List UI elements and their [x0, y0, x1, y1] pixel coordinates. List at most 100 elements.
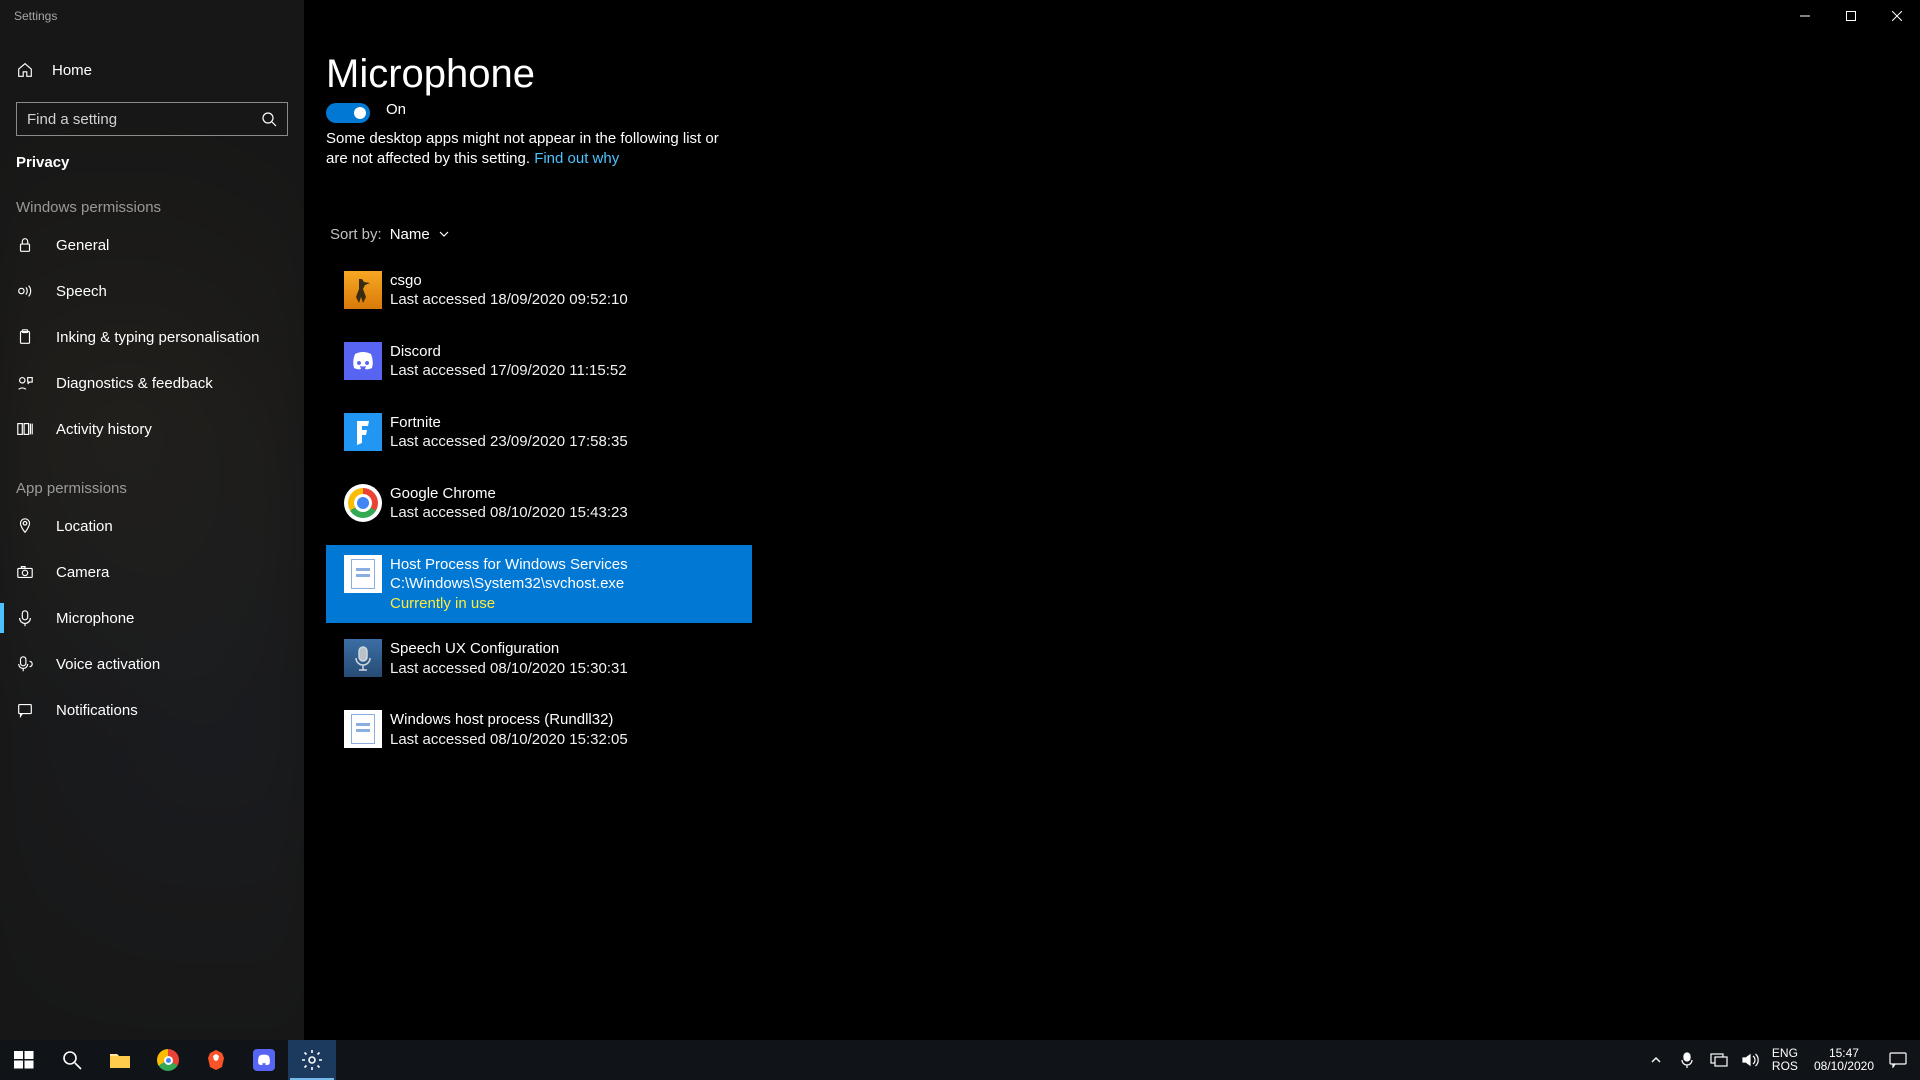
- sidebar: Home Privacy Windows permissions General…: [0, 0, 304, 1040]
- lock-icon: [16, 236, 34, 254]
- home-icon: [16, 61, 34, 79]
- sidebar-item-general[interactable]: General: [0, 222, 304, 268]
- sidebar-item-location[interactable]: Location: [0, 503, 304, 549]
- close-button[interactable]: [1874, 0, 1920, 32]
- app-item-speech-ux[interactable]: Speech UX Configuration Last accessed 08…: [326, 629, 752, 688]
- app-name: Speech UX Configuration: [390, 639, 628, 659]
- sidebar-section-title: Privacy: [0, 136, 304, 171]
- sort-row[interactable]: Sort by: Name: [330, 226, 1920, 243]
- sidebar-item-label: Voice activation: [56, 656, 160, 673]
- app-icon: [344, 271, 382, 309]
- app-name: Host Process for Windows Services: [390, 555, 628, 575]
- clock[interactable]: 15:47 08/10/2020: [1814, 1047, 1874, 1073]
- taskbar-explorer-button[interactable]: [96, 1040, 144, 1080]
- clipboard-icon: [16, 328, 34, 346]
- sidebar-group-windows-permissions: Windows permissions: [0, 171, 304, 222]
- app-list: csgo Last accessed 18/09/2020 09:52:10 D…: [326, 261, 752, 760]
- sidebar-item-label: Inking & typing personalisation: [56, 329, 259, 346]
- notifications-icon: [16, 701, 34, 719]
- tray-volume-icon[interactable]: [1740, 1053, 1762, 1067]
- taskbar-search-button[interactable]: [48, 1040, 96, 1080]
- sidebar-item-label: Activity history: [56, 421, 152, 438]
- app-icon: [344, 484, 382, 522]
- app-last-accessed: Last accessed 08/10/2020 15:32:05: [390, 730, 628, 750]
- feedback-icon: [16, 374, 34, 392]
- tray-overflow-button[interactable]: [1646, 1054, 1666, 1066]
- app-icon: [344, 342, 382, 380]
- sidebar-item-notifications[interactable]: Notifications: [0, 687, 304, 733]
- clock-date: 08/10/2020: [1814, 1060, 1874, 1073]
- start-button[interactable]: [0, 1040, 48, 1080]
- lang-line2: ROS: [1772, 1060, 1798, 1073]
- search-input[interactable]: [27, 111, 261, 128]
- search-icon: [261, 111, 277, 127]
- minimize-button[interactable]: [1782, 0, 1828, 32]
- app-last-accessed: Last accessed 08/10/2020 15:30:31: [390, 659, 628, 679]
- app-icon: [344, 413, 382, 451]
- description-text: Some desktop apps might not appear in th…: [326, 129, 726, 170]
- sidebar-home-label: Home: [52, 62, 92, 79]
- sort-value[interactable]: Name: [390, 226, 450, 243]
- tray-microphone-icon[interactable]: [1676, 1052, 1698, 1068]
- voice-icon: [16, 655, 34, 673]
- window-controls: [1782, 0, 1920, 32]
- sidebar-home[interactable]: Home: [0, 46, 304, 94]
- maximize-button[interactable]: [1828, 0, 1874, 32]
- sidebar-item-diagnostics[interactable]: Diagnostics & feedback: [0, 360, 304, 406]
- taskbar-settings-button[interactable]: [288, 1040, 336, 1080]
- sidebar-item-label: Notifications: [56, 702, 138, 719]
- sidebar-item-camera[interactable]: Camera: [0, 549, 304, 595]
- chevron-down-icon: [438, 228, 450, 240]
- app-last-accessed: Last accessed 18/09/2020 09:52:10: [390, 290, 628, 310]
- search-box[interactable]: [16, 102, 288, 136]
- sidebar-item-label: Location: [56, 518, 113, 535]
- sidebar-item-label: Microphone: [56, 610, 134, 627]
- sort-value-text: Name: [390, 226, 430, 243]
- taskbar-discord-button[interactable]: [240, 1040, 288, 1080]
- find-out-why-link[interactable]: Find out why: [534, 150, 619, 167]
- action-center-button[interactable]: [1884, 1052, 1912, 1068]
- sidebar-item-activity[interactable]: Activity history: [0, 406, 304, 452]
- app-item-chrome[interactable]: Google Chrome Last accessed 08/10/2020 1…: [326, 474, 752, 533]
- app-item-discord[interactable]: Discord Last accessed 17/09/2020 11:15:5…: [326, 332, 752, 391]
- sidebar-item-label: Speech: [56, 283, 107, 300]
- sidebar-item-microphone[interactable]: Microphone: [0, 595, 304, 641]
- app-name: Discord: [390, 342, 627, 362]
- activity-icon: [16, 420, 34, 438]
- page-title: Microphone: [326, 52, 1920, 97]
- speech-icon: [16, 282, 34, 300]
- system-tray: ENG ROS 15:47 08/10/2020: [1646, 1040, 1920, 1080]
- sort-label: Sort by:: [330, 226, 382, 243]
- language-indicator[interactable]: ENG ROS: [1772, 1047, 1798, 1073]
- app-status: Currently in use: [390, 594, 628, 614]
- app-name: Google Chrome: [390, 484, 628, 504]
- tray-network-icon[interactable]: [1708, 1053, 1730, 1067]
- sidebar-item-label: Diagnostics & feedback: [56, 375, 213, 392]
- sidebar-group-app-permissions: App permissions: [0, 452, 304, 503]
- microphone-icon: [16, 609, 34, 627]
- app-last-accessed: Last accessed 17/09/2020 11:15:52: [390, 361, 627, 381]
- sidebar-item-inking[interactable]: Inking & typing personalisation: [0, 314, 304, 360]
- sidebar-item-label: Camera: [56, 564, 109, 581]
- app-path: C:\Windows\System32\svchost.exe: [390, 574, 628, 594]
- sidebar-item-voice-activation[interactable]: Voice activation: [0, 641, 304, 687]
- sidebar-item-speech[interactable]: Speech: [0, 268, 304, 314]
- app-name: Windows host process (Rundll32): [390, 710, 628, 730]
- sidebar-item-label: General: [56, 237, 109, 254]
- app-icon: [344, 555, 382, 593]
- app-icon: [344, 710, 382, 748]
- taskbar-brave-button[interactable]: [192, 1040, 240, 1080]
- location-icon: [16, 517, 34, 535]
- app-item-svchost[interactable]: Host Process for Windows Services C:\Win…: [326, 545, 752, 624]
- app-item-csgo[interactable]: csgo Last accessed 18/09/2020 09:52:10: [326, 261, 752, 320]
- description-part: Some desktop apps might not appear in th…: [326, 130, 719, 167]
- app-item-fortnite[interactable]: Fortnite Last accessed 23/09/2020 17:58:…: [326, 403, 752, 462]
- app-item-rundll32[interactable]: Windows host process (Rundll32) Last acc…: [326, 700, 752, 759]
- app-last-accessed: Last accessed 08/10/2020 15:43:23: [390, 503, 628, 523]
- taskbar-chrome-button[interactable]: [144, 1040, 192, 1080]
- toggle-row: On: [326, 103, 1920, 123]
- main-content: Microphone On Some desktop apps might no…: [304, 32, 1920, 1040]
- desktop-apps-toggle[interactable]: [326, 103, 370, 123]
- toggle-state-label: On: [386, 101, 406, 118]
- app-name: Fortnite: [390, 413, 628, 433]
